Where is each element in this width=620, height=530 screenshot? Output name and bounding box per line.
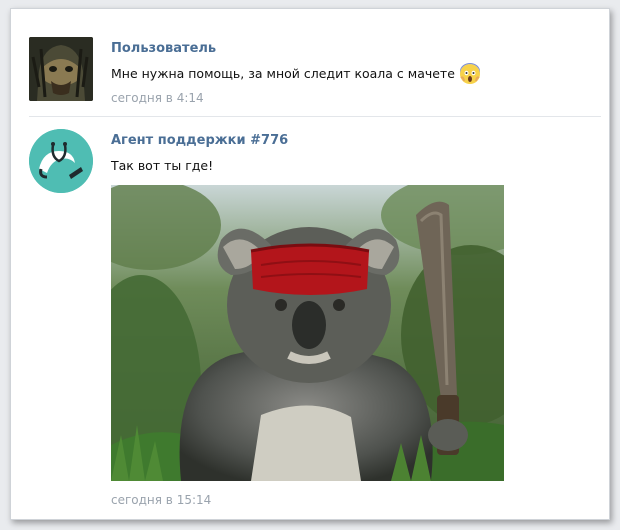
message-text: Так вот ты где! bbox=[111, 158, 214, 173]
author-name[interactable]: Агент поддержки #776 bbox=[111, 132, 593, 150]
message-text-content: Мне нужна помощь, за мной следит коала с… bbox=[111, 66, 455, 81]
author-name[interactable]: Пользователь bbox=[111, 40, 593, 58]
chat-window: Пользователь Мне нужна помощь, за мной с… bbox=[10, 8, 610, 520]
message-divider bbox=[29, 116, 601, 117]
message-text: Мне нужна помощь, за мной следит коала с… bbox=[111, 63, 593, 85]
attached-photo[interactable] bbox=[111, 185, 504, 481]
face-screaming-in-fear-icon bbox=[459, 63, 481, 85]
message-timestamp[interactable]: сегодня в 4:14 bbox=[111, 90, 593, 106]
support-agent-avatar[interactable] bbox=[29, 129, 93, 193]
user-avatar[interactable] bbox=[29, 37, 93, 101]
message-timestamp[interactable]: сегодня в 15:14 bbox=[111, 493, 211, 507]
